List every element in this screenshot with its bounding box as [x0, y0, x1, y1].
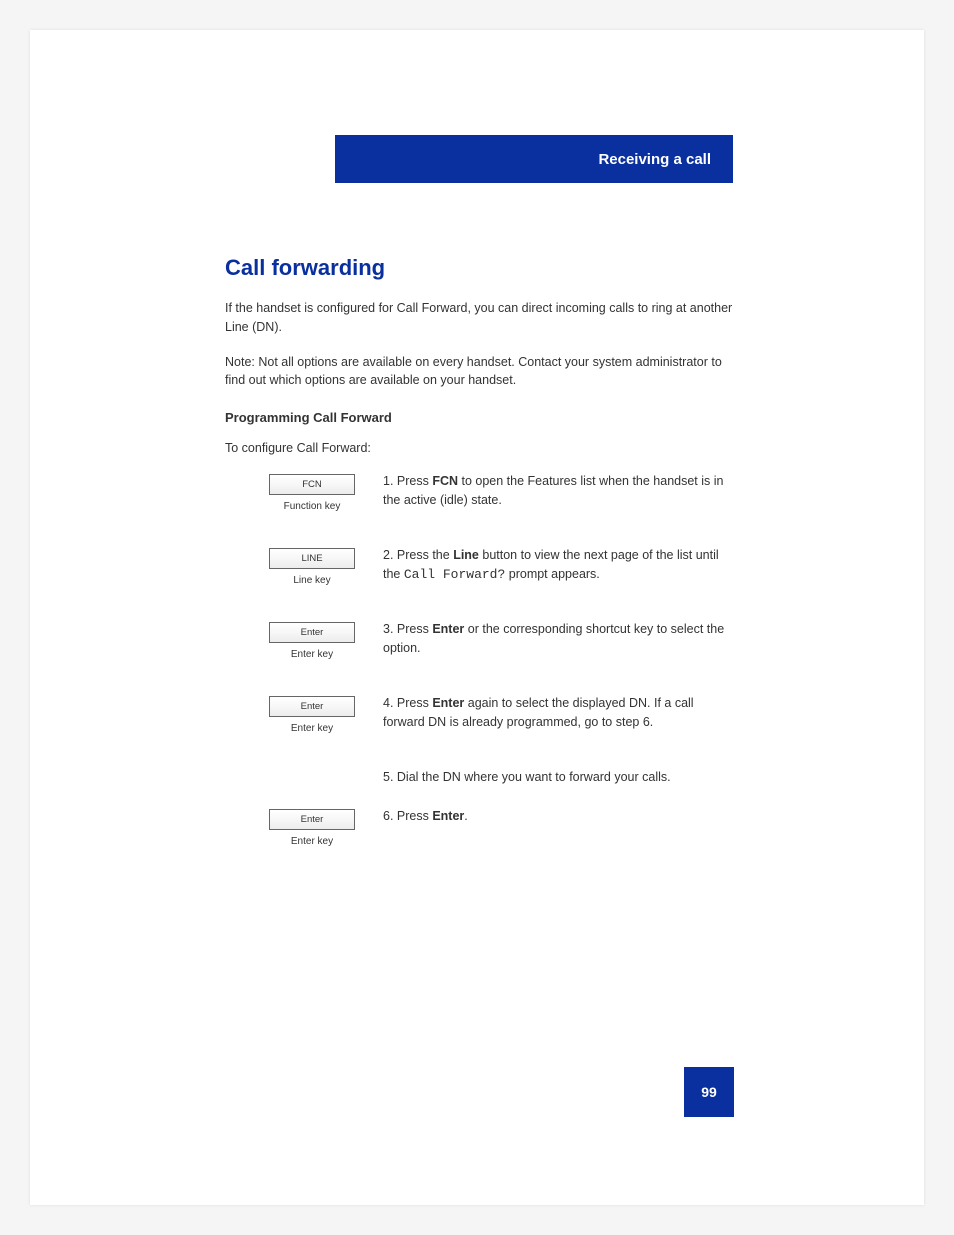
key-label: Enter key: [269, 649, 355, 660]
step-text: 5. Dial the DN where you want to forward…: [383, 768, 735, 787]
key-label: Enter key: [269, 723, 355, 734]
step-text-mono: Call Forward?: [404, 567, 505, 582]
step-key-column: Enter Enter key: [225, 694, 383, 734]
step-key-column: FCN Function key: [225, 472, 383, 512]
step-key-column: Enter Enter key: [225, 620, 383, 660]
step-key-column: Enter Enter key: [225, 807, 383, 847]
key-label: Line key: [269, 575, 355, 586]
subsection-intro: To configure Call Forward:: [225, 439, 735, 458]
step-text: 2. Press the Line button to view the nex…: [383, 546, 735, 584]
step-text: 6. Press Enter.: [383, 807, 735, 826]
enter-button-graphic: Enter: [269, 809, 355, 830]
step-text: 1. Press FCN to open the Features list w…: [383, 472, 735, 510]
key-label: Enter key: [269, 836, 355, 847]
step-text-bold: Enter: [432, 809, 464, 823]
document-page: Receiving a call Call forwarding If the …: [30, 30, 924, 1205]
step-row: FCN Function key 1. Press FCN to open th…: [225, 472, 735, 512]
key-label: Function key: [269, 501, 355, 512]
line-button-graphic: LINE: [269, 548, 355, 569]
step-text-prefix: 6. Press: [383, 809, 432, 823]
step-text: 3. Press Enter or the corresponding shor…: [383, 620, 735, 658]
step-row: Enter Enter key 6. Press Enter.: [225, 807, 735, 847]
page-number-value: 99: [701, 1084, 717, 1100]
step-row: Enter Enter key 4. Press Enter again to …: [225, 694, 735, 734]
step-key-column: LINE Line key: [225, 546, 383, 586]
enter-button-graphic: Enter: [269, 622, 355, 643]
step-text-prefix: 1. Press: [383, 474, 432, 488]
step-text-after: .: [464, 809, 467, 823]
subsection-title: Programming Call Forward: [225, 410, 735, 425]
page-content: Call forwarding If the handset is config…: [225, 255, 735, 881]
page-number: 99: [684, 1067, 734, 1117]
step-text-after2: prompt appears.: [505, 567, 600, 581]
step-text-prefix: 2. Press the: [383, 548, 453, 562]
step-text-bold: FCN: [432, 474, 458, 488]
fcn-button-graphic: FCN: [269, 474, 355, 495]
intro-paragraph: If the handset is configured for Call Fo…: [225, 299, 735, 337]
header-section-label: Receiving a call: [598, 151, 711, 168]
header-bar: Receiving a call: [335, 135, 733, 183]
step-text-bold: Enter: [432, 696, 464, 710]
section-title: Call forwarding: [225, 255, 735, 281]
step-row: LINE Line key 2. Press the Line button t…: [225, 546, 735, 586]
step-row: Enter Enter key 3. Press Enter or the co…: [225, 620, 735, 660]
step-text-prefix: 3. Press: [383, 622, 432, 636]
step-text-prefix: 5. Dial the DN where you want to forward…: [383, 770, 671, 784]
steps-list: FCN Function key 1. Press FCN to open th…: [225, 472, 735, 847]
step-text: 4. Press Enter again to select the displ…: [383, 694, 735, 732]
step-text-bold: Enter: [432, 622, 464, 636]
note-paragraph: Note: Not all options are available on e…: [225, 353, 735, 391]
enter-button-graphic: Enter: [269, 696, 355, 717]
step-text-prefix: 4. Press: [383, 696, 432, 710]
step-row: 5. Dial the DN where you want to forward…: [225, 768, 735, 787]
step-text-bold: Line: [453, 548, 479, 562]
